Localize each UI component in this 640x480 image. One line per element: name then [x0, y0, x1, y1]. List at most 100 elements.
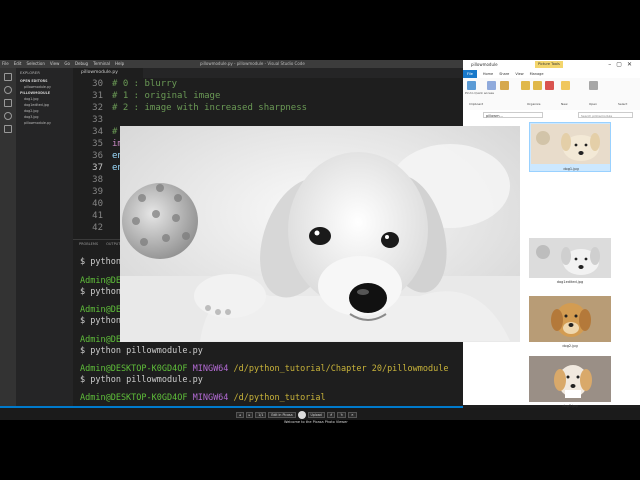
tab-problems[interactable]: PROBLEMS: [79, 240, 98, 247]
activity-bar: [0, 68, 16, 420]
menu-help[interactable]: Help: [115, 60, 124, 68]
line-number: 42: [92, 223, 103, 233]
paste-icon[interactable]: [500, 81, 509, 90]
editor-tabs: pillowmodule.py: [73, 68, 463, 78]
properties-icon[interactable]: [589, 81, 598, 90]
code-comment: # 0 : blurry: [112, 79, 178, 89]
photo-viewer-image[interactable]: [120, 126, 520, 342]
prev-button[interactable]: ◂: [236, 411, 244, 418]
code-line: 39: [73, 186, 112, 198]
line-number: 31: [92, 91, 103, 101]
explorer-sidebar: EXPLORER OPEN EDITORS pillowmodule.py PI…: [16, 68, 73, 420]
vscode-titlebar: File Edit Selection View Go Debug Termin…: [0, 60, 463, 68]
menu-terminal[interactable]: Terminal: [93, 60, 110, 68]
terminal-line: $ python pillowmodule.py: [80, 375, 203, 385]
search-icon[interactable]: [4, 86, 12, 94]
picture-tools-tab[interactable]: Picture Tools: [535, 61, 563, 68]
delete-icon[interactable]: [545, 81, 554, 90]
terminal-path: /d/python_tutorial/Chapter 20/pillowmodu…: [233, 364, 449, 374]
address-box[interactable]: pillowm...: [483, 112, 543, 118]
vscode-window-title: pillowmodule.py - pillowmodule - Visual …: [200, 61, 305, 66]
copy-to-icon[interactable]: [533, 81, 542, 90]
menu-edit[interactable]: Edit: [14, 60, 22, 68]
terminal-line: $ python: [80, 286, 121, 298]
terminal-command: $ python: [80, 257, 121, 267]
code-comment: # 2 : image with increased sharpness: [112, 103, 308, 113]
ribbon-group-select: Select: [618, 102, 628, 106]
dog-photo: [120, 126, 520, 342]
ribbon-group-new: New: [561, 102, 568, 106]
ribbon-tab-file[interactable]: File: [463, 70, 477, 78]
extensions-icon[interactable]: [4, 125, 12, 133]
rotate-right-icon[interactable]: ↻: [337, 411, 347, 418]
terminal-user: Admin@DESKTOP-K0GD4OF: [80, 393, 188, 403]
ribbon-group-clipboard: Clipboard: [469, 102, 484, 106]
code-line: 33: [73, 114, 112, 126]
search-box[interactable]: Search pillowmodule: [578, 112, 633, 118]
explorer-icon[interactable]: [4, 73, 12, 81]
line-number: 41: [92, 211, 103, 221]
code-line: 31 # 1 : original image: [73, 90, 220, 102]
file-name: dog2.jpg: [562, 344, 578, 348]
viewer-welcome-banner: Welcome to the Picasa Photo Viewer: [284, 420, 348, 424]
sidebar-header: EXPLORER: [20, 71, 40, 75]
ribbon-tab-manage[interactable]: Manage: [530, 70, 544, 78]
ribbon-group-open: Open: [589, 102, 598, 106]
file-thumbnail-dog3[interactable]: dog3.jpg: [529, 356, 611, 411]
code-line: 32 # 2 : image with increased sharpness: [73, 102, 307, 114]
next-button[interactable]: ▸: [245, 411, 254, 418]
file-thumbnail-dog2[interactable]: dog2.jpg: [529, 296, 611, 351]
line-number: 38: [92, 175, 103, 185]
ribbon-tab-share[interactable]: Share: [499, 70, 509, 78]
page-indicator: 1/1: [255, 411, 267, 418]
menu-debug[interactable]: Debug: [75, 60, 88, 68]
line-number: 35: [92, 139, 103, 149]
terminal-line: Admin@DESKTOP-K0GD4OF MINGW64 /d/python_…: [80, 392, 326, 404]
ribbon-tab-home[interactable]: Home: [483, 70, 493, 78]
terminal-shell: MINGW64: [192, 364, 229, 374]
line-number: 33: [92, 115, 103, 125]
photo-viewer-toolbar: ◂ ▸ 1/1 Edit in Picasa Upload ↺ ↻ ✕: [236, 410, 396, 419]
file-list: dog1.jpg dog1edited.jpg dog2.jpg dog3.jp…: [525, 120, 640, 408]
line-number: 34: [92, 127, 103, 137]
play-slideshow-icon[interactable]: [297, 410, 306, 419]
new-folder-icon[interactable]: [561, 81, 570, 90]
code-comment: # 1 : original image: [112, 91, 221, 101]
close-icon[interactable]: ✕: [348, 411, 357, 418]
rotate-left-icon[interactable]: ↺: [326, 411, 336, 418]
dog-thumbnail-icon: [529, 296, 611, 342]
file-thumbnail-dog1[interactable]: dog1.jpg: [529, 122, 611, 172]
tab-output[interactable]: OUTPUT: [106, 240, 120, 247]
terminal-path: /d/python_tutorial: [233, 393, 326, 403]
copy-icon[interactable]: [487, 81, 496, 90]
menu-selection[interactable]: Selection: [26, 60, 44, 68]
file-item[interactable]: pillowmodule.py: [16, 120, 73, 126]
terminal-shell: MINGW64: [192, 393, 229, 403]
pin-button-label: Pin to Quick access: [465, 91, 494, 95]
line-number: 37: [92, 163, 103, 173]
source-control-icon[interactable]: [4, 99, 12, 107]
code-line: 34 #: [73, 126, 123, 138]
ribbon-tab-view[interactable]: View: [515, 70, 523, 78]
file-name: dog1.jpg: [563, 167, 579, 171]
terminal-line: $ python: [80, 256, 121, 268]
debug-icon[interactable]: [4, 112, 12, 120]
menu-go[interactable]: Go: [64, 60, 70, 68]
edit-in-picasa-button[interactable]: Edit in Picasa: [268, 411, 296, 418]
menu-view[interactable]: View: [50, 60, 60, 68]
window-controls[interactable]: –▢✕: [608, 60, 637, 70]
line-number: 32: [92, 103, 103, 113]
code-line: 41: [73, 210, 112, 222]
pin-icon[interactable]: [467, 81, 476, 90]
dog-thumbnail-icon: [531, 124, 610, 164]
code-line: 30 # 0 : blurry: [73, 78, 177, 90]
file-name: dog1edited.jpg: [556, 280, 584, 284]
menu-file[interactable]: File: [2, 60, 9, 68]
file-thumbnail-dog1edited[interactable]: dog1edited.jpg: [529, 238, 611, 288]
terminal-command: $ python: [80, 287, 121, 297]
tab-pillowmodule[interactable]: pillowmodule.py: [73, 68, 143, 78]
move-to-icon[interactable]: [521, 81, 530, 90]
explorer-ribbon: Pin to Quick access Clipboard Organize N…: [463, 78, 640, 111]
upload-button[interactable]: Upload: [307, 411, 325, 418]
dog-thumbnail-icon: [529, 238, 611, 278]
